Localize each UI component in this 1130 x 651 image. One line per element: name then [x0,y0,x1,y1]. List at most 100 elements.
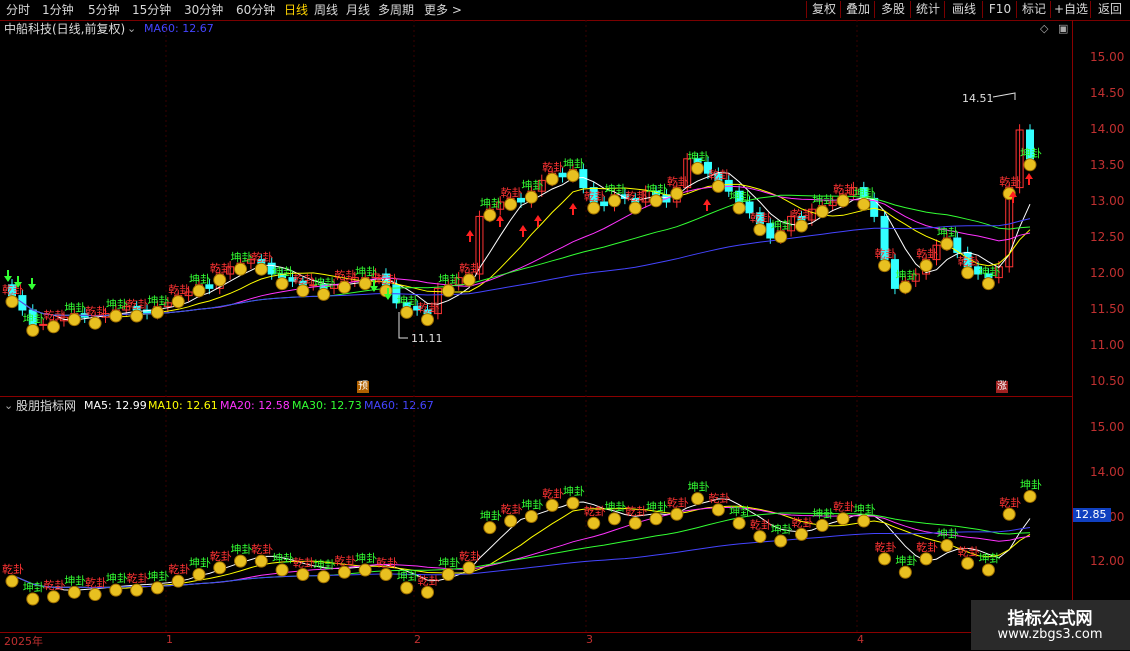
signal-label-sub: 坤卦 [147,569,169,583]
signal-label-sub: 坤卦 [978,551,1000,565]
signal-label-sub: 乾卦 [334,553,356,567]
signal-face-sub [192,567,206,581]
signal-label-main: 坤卦 [64,301,86,315]
signal-face-main [130,309,144,323]
price-tick: 10.50 [1090,374,1125,388]
signal-label-main: 坤卦 [563,157,585,171]
signal-label-main: 坤卦 [854,185,876,199]
signal-face-main [691,161,705,175]
signal-face-main [628,201,642,215]
signal-label-sub: 坤卦 [397,569,419,583]
signal-label-main: 乾卦 [293,272,315,286]
signal-label-main: 坤卦 [438,272,460,286]
signal-face-main [358,277,372,291]
signal-label-main: 乾卦 [542,160,564,174]
signal-label-sub: 坤卦 [937,527,959,541]
signal-face-sub [836,512,850,526]
signal-face-main [337,280,351,294]
signal-face-sub [649,512,663,526]
signal-label-sub: 乾卦 [127,571,149,585]
signal-face-main [213,273,227,287]
back-button[interactable]: 返回 [1090,1,1129,18]
signal-label-main: 乾卦 [168,283,190,297]
signal-label-sub: 乾卦 [667,495,689,509]
signal-label-main: 坤卦 [937,225,959,239]
signal-label-sub: 乾卦 [999,495,1021,509]
price-tick: 14.50 [1090,86,1125,100]
signal-label-main: 坤卦 [314,275,336,289]
signal-label-main: 乾卦 [708,167,730,181]
signal-label-main: 坤卦 [23,311,45,325]
signal-label-main: 坤卦 [688,149,710,163]
signal-face-main [504,197,518,211]
signal-label-sub: 坤卦 [604,500,626,514]
signal-label-main: 坤卦 [480,196,502,210]
signal-label-main: 坤卦 [106,297,128,311]
signal-label-sub: 乾卦 [625,504,647,518]
signal-label-sub: 坤卦 [480,509,502,523]
signal-face-main [794,219,808,233]
signal-face-main [5,295,19,309]
signal-face-main [732,201,746,215]
signal-face-main [649,194,663,208]
signal-face-sub [337,565,351,579]
signal-face-sub [524,510,538,524]
signal-face-sub [462,561,476,575]
down-arrow-icon [28,278,36,290]
signal-label-sub: 乾卦 [293,555,315,569]
low-annotation: 11.11 [411,332,443,345]
price-tick: 13.00 [1090,194,1125,208]
signal-face-main [192,284,206,298]
signal-label-main: 乾卦 [999,175,1021,189]
signal-face-sub [753,530,767,544]
signal-face-main [607,194,621,208]
signal-face-sub [150,581,164,595]
signal-face-main [296,284,310,298]
signal-label-sub: 坤卦 [895,553,917,567]
signal-face-main [275,277,289,291]
signal-face-sub [940,539,954,552]
up-arrow-icon [569,203,577,215]
signal-label-sub: 坤卦 [521,498,543,512]
signal-label-sub: 坤卦 [231,542,253,556]
signal-label-main: 坤卦 [397,293,419,307]
signal-face-main [981,277,995,291]
high-pointer [992,92,1016,100]
signal-label-sub: 乾卦 [875,540,897,554]
signal-label-sub: 坤卦 [1020,477,1042,491]
signal-face-main [961,266,975,280]
down-arrow-icon [4,270,12,282]
signal-label-sub: 坤卦 [314,558,336,572]
signal-label-main: 乾卦 [210,261,232,275]
signal-face-main [670,187,684,201]
signal-face-main [898,280,912,294]
signal-face-sub [878,552,892,566]
signal-label-main: 坤卦 [646,182,668,196]
signal-face-sub [587,516,601,530]
signal-label-main: 坤卦 [604,182,626,196]
watermark-title: 指标公式网 [1007,609,1093,629]
signal-label-sub: 乾卦 [708,491,730,505]
signal-label-sub: 乾卦 [85,576,107,590]
current-value-badge: 12.85 [1073,508,1111,522]
signal-face-main [878,259,892,273]
signal-label-sub: 乾卦 [376,555,398,569]
signal-label-sub: 乾卦 [459,549,481,563]
signal-label-main: 乾卦 [376,272,398,286]
signal-face-sub [400,581,414,595]
signal-face-sub [213,561,227,575]
signal-label-main: 坤卦 [521,178,543,192]
signal-face-main [109,309,123,323]
signal-face-sub [421,585,435,599]
signal-label-main: 坤卦 [729,189,751,203]
signal-face-sub [1023,489,1037,503]
signal-face-sub [130,583,144,597]
watermark-url: www.zbgs3.com [997,627,1103,642]
signal-face-sub [898,565,912,579]
signal-label-main: 乾卦 [750,211,772,225]
signal-label-main: 坤卦 [812,193,834,207]
signal-label-main: 坤卦 [895,268,917,282]
signal-face-sub [504,514,518,528]
signal-label-sub: 坤卦 [64,573,86,587]
signal-label-sub: 乾卦 [791,515,813,529]
